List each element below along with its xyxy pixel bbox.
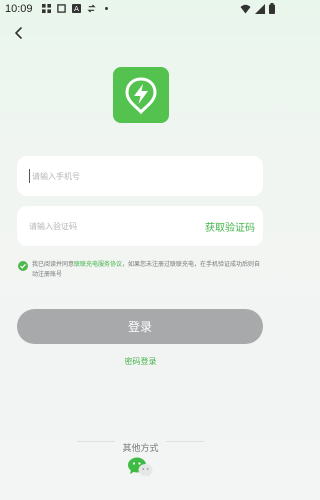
svg-text:A: A	[74, 4, 79, 13]
back-arrow-icon[interactable]	[10, 25, 26, 41]
phone-field[interactable]	[17, 156, 263, 196]
dot-icon	[105, 7, 108, 10]
app-logo	[113, 67, 169, 123]
agreement-prefix: 我已阅读并同意	[32, 261, 75, 268]
status-icons-right	[240, 3, 275, 14]
wifi-icon	[240, 4, 251, 13]
battery-icon	[269, 3, 275, 14]
code-field[interactable]: 获取验证码	[17, 206, 263, 246]
check-icon	[20, 263, 26, 269]
phone-input[interactable]	[32, 169, 192, 183]
divider-left	[77, 441, 115, 442]
sync-icon	[87, 4, 96, 13]
other-methods: 其他方式	[0, 436, 281, 455]
lightning-pin-icon	[125, 77, 157, 115]
password-login-link[interactable]: 密码登录	[0, 356, 281, 367]
divider-right	[166, 441, 204, 442]
status-time: 10:09	[5, 3, 33, 15]
square-icon	[57, 4, 66, 13]
signal-icon	[255, 3, 265, 14]
wechat-icon[interactable]	[127, 457, 153, 477]
status-bar: 10:09 A	[0, 0, 281, 20]
login-button[interactable]: 登录	[17, 309, 263, 344]
service-agreement-link[interactable]: 联联充电服务协议	[74, 261, 122, 268]
a-icon: A	[72, 4, 81, 13]
get-code-button[interactable]: 获取验证码	[205, 219, 255, 234]
other-methods-label: 其他方式	[122, 444, 159, 454]
grid-icon	[42, 4, 51, 13]
code-input[interactable]	[29, 219, 189, 233]
agree-checkbox[interactable]	[18, 261, 28, 271]
agreement-text: 我已阅读并同意联联充电服务协议，如果您未注册过联联充电，在手机验证成功后则自动注…	[32, 260, 264, 280]
text-cursor	[29, 169, 30, 183]
status-icons-left: A	[42, 4, 111, 13]
